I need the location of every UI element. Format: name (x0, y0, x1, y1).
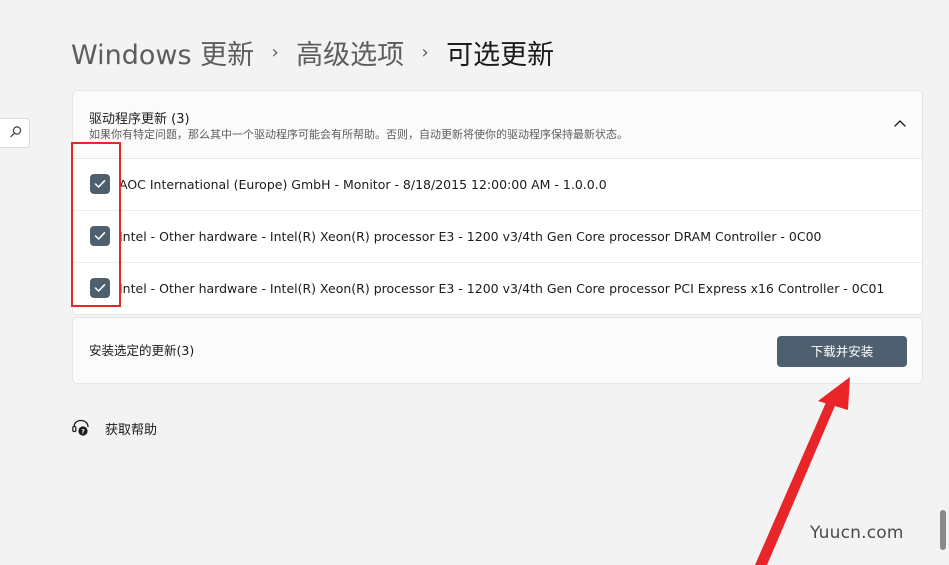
driver-updates-header[interactable]: 驱动程序更新 (3) 如果你有特定问题，那么其中一个驱动程序可能会有所帮助。否则… (73, 91, 922, 159)
search-box[interactable] (0, 118, 30, 148)
breadcrumb-separator-icon: › (421, 41, 429, 63)
collapse-button[interactable] (888, 111, 912, 135)
search-icon (10, 126, 22, 138)
svg-text:?: ? (81, 427, 85, 435)
chevron-up-icon (894, 120, 906, 127)
driver-row[interactable]: Intel - Other hardware - Intel(R) Xeon(R… (73, 263, 922, 314)
driver-row[interactable]: AOC International (Europe) GmbH - Monito… (73, 159, 922, 211)
breadcrumb-separator-icon: › (271, 41, 279, 63)
get-help-link[interactable]: ? 获取帮助 (71, 417, 157, 439)
annotation-highlight-box (71, 142, 121, 307)
install-card: 安装选定的更新(3) 下载并安装 (72, 317, 923, 384)
scrollbar-thumb[interactable] (940, 510, 946, 550)
breadcrumb-advanced-options[interactable]: 高级选项 (296, 33, 404, 72)
driver-label: Intel - Other hardware - Intel(R) Xeon(R… (119, 229, 822, 244)
download-install-button[interactable]: 下载并安装 (777, 336, 907, 367)
driver-updates-description: 如果你有特定问题，那么其中一个驱动程序可能会有所帮助。否则，自动更新将使你的驱动… (89, 128, 628, 141)
driver-row[interactable]: Intel - Other hardware - Intel(R) Xeon(R… (73, 211, 922, 263)
breadcrumb-windows-update[interactable]: Windows 更新 (71, 33, 254, 72)
help-icon: ? (72, 419, 89, 436)
driver-updates-card: 驱动程序更新 (3) 如果你有特定问题，那么其中一个驱动程序可能会有所帮助。否则… (72, 90, 923, 315)
get-help-label: 获取帮助 (105, 422, 158, 438)
watermark: Yuucn.com (810, 523, 904, 543)
breadcrumb: Windows 更新 › 高级选项 › 可选更新 (71, 32, 554, 72)
page-title: 可选更新 (446, 39, 555, 71)
driver-label: Intel - Other hardware - Intel(R) Xeon(R… (119, 281, 885, 296)
driver-updates-title: 驱动程序更新 (3) (89, 112, 190, 127)
install-selected-label: 安装选定的更新(3) (89, 343, 195, 358)
driver-label: AOC International (Europe) GmbH - Monito… (119, 177, 607, 192)
